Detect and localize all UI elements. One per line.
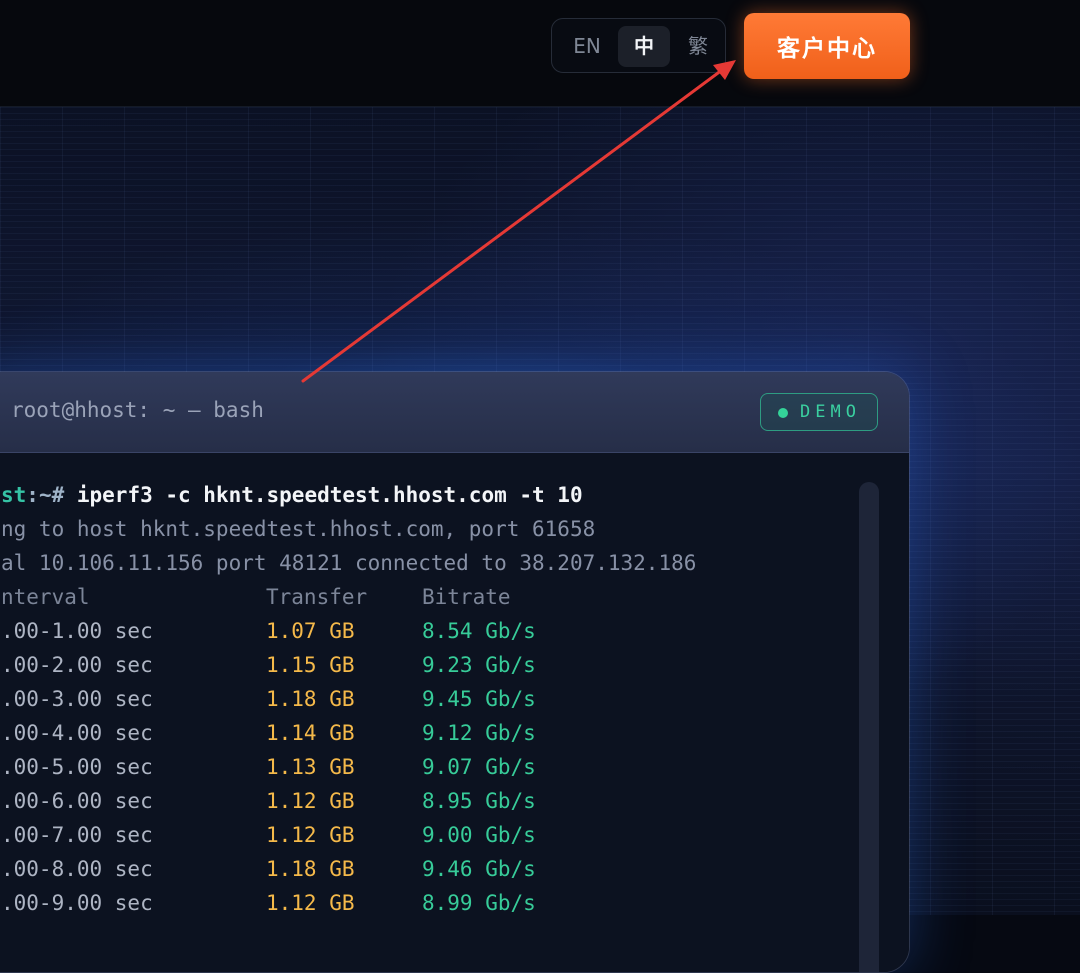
row-interval: .00-9.00 sec (1, 891, 153, 915)
table-row: .00-4.00 sec 1.14 GB 9.12 Gb/s (1, 721, 701, 755)
terminal-title: root@hhost: ~ — bash (11, 398, 264, 422)
terminal-scrollbar[interactable] (859, 482, 879, 972)
hero-section: root@hhost: ~ — bash DEMO st:~# iperf3 -… (0, 107, 1080, 973)
language-option-zh-traditional[interactable]: 繁 (676, 26, 720, 67)
table-row: .00-7.00 sec 1.12 GB 9.00 Gb/s (1, 823, 701, 857)
row-interval: .00-6.00 sec (1, 789, 153, 813)
row-bitrate: 9.12 Gb/s (422, 721, 536, 745)
row-bitrate: 8.54 Gb/s (422, 619, 536, 643)
top-navigation-bar: EN 中 繁 客户中心 (0, 0, 1080, 107)
table-row: .00-9.00 sec 1.12 GB 8.99 Gb/s (1, 891, 701, 925)
status-dot-icon (778, 408, 788, 418)
language-switcher: EN 中 繁 (551, 18, 726, 73)
terminal-window: root@hhost: ~ — bash DEMO st:~# iperf3 -… (0, 371, 910, 973)
row-transfer: 1.07 GB (266, 619, 355, 643)
row-bitrate: 9.00 Gb/s (422, 823, 536, 847)
row-transfer: 1.14 GB (266, 721, 355, 745)
header-interval: nterval (1, 585, 90, 609)
prompt-host: st (1, 483, 27, 507)
table-row: .00-5.00 sec 1.13 GB 9.07 Gb/s (1, 755, 701, 789)
command-line: st:~# iperf3 -c hknt.speedtest.hhost.com… (1, 483, 583, 517)
client-center-button[interactable]: 客户中心 (744, 13, 910, 79)
local-connection-line: al 10.106.11.156 port 48121 connected to… (1, 551, 697, 575)
table-row: .00-3.00 sec 1.18 GB 9.45 Gb/s (1, 687, 701, 721)
row-transfer: 1.18 GB (266, 687, 355, 711)
connecting-line: ng to host hknt.speedtest.hhost.com, por… (1, 517, 596, 541)
terminal-title-bar: root@hhost: ~ — bash DEMO (0, 372, 909, 453)
row-transfer: 1.18 GB (266, 857, 355, 881)
row-interval: .00-8.00 sec (1, 857, 153, 881)
row-bitrate: 8.95 Gb/s (422, 789, 536, 813)
language-option-en[interactable]: EN (564, 26, 610, 67)
table-row: .00-8.00 sec 1.18 GB 9.46 Gb/s (1, 857, 701, 891)
row-bitrate: 9.07 Gb/s (422, 755, 536, 779)
row-bitrate: 9.23 Gb/s (422, 653, 536, 677)
row-transfer: 1.12 GB (266, 823, 355, 847)
table-row: .00-2.00 sec 1.15 GB 9.23 Gb/s (1, 653, 701, 687)
row-interval: .00-2.00 sec (1, 653, 153, 677)
table-row: .00-1.00 sec 1.07 GB 8.54 Gb/s (1, 619, 701, 653)
header-bitrate: Bitrate (422, 585, 511, 609)
row-interval: .00-4.00 sec (1, 721, 153, 745)
row-bitrate: 9.46 Gb/s (422, 857, 536, 881)
row-bitrate: 8.99 Gb/s (422, 891, 536, 915)
language-option-zh-simplified[interactable]: 中 (618, 26, 670, 67)
prompt-separator: :~# (26, 483, 77, 507)
row-interval: .00-3.00 sec (1, 687, 153, 711)
row-transfer: 1.12 GB (266, 891, 355, 915)
header-transfer: Transfer (266, 585, 368, 609)
row-bitrate: 9.45 Gb/s (422, 687, 536, 711)
row-interval: .00-5.00 sec (1, 755, 153, 779)
demo-badge-label: DEMO (800, 402, 861, 422)
row-interval: .00-7.00 sec (1, 823, 153, 847)
row-interval: .00-1.00 sec (1, 619, 153, 643)
table-header: nterval Transfer Bitrate (1, 585, 701, 619)
row-transfer: 1.12 GB (266, 789, 355, 813)
demo-badge: DEMO (760, 393, 878, 431)
command-text: iperf3 -c hknt.speedtest.hhost.com -t 10 (76, 483, 583, 507)
terminal-output: st:~# iperf3 -c hknt.speedtest.hhost.com… (0, 453, 909, 972)
row-transfer: 1.13 GB (266, 755, 355, 779)
table-row: .00-6.00 sec 1.12 GB 8.95 Gb/s (1, 789, 701, 823)
row-transfer: 1.15 GB (266, 653, 355, 677)
